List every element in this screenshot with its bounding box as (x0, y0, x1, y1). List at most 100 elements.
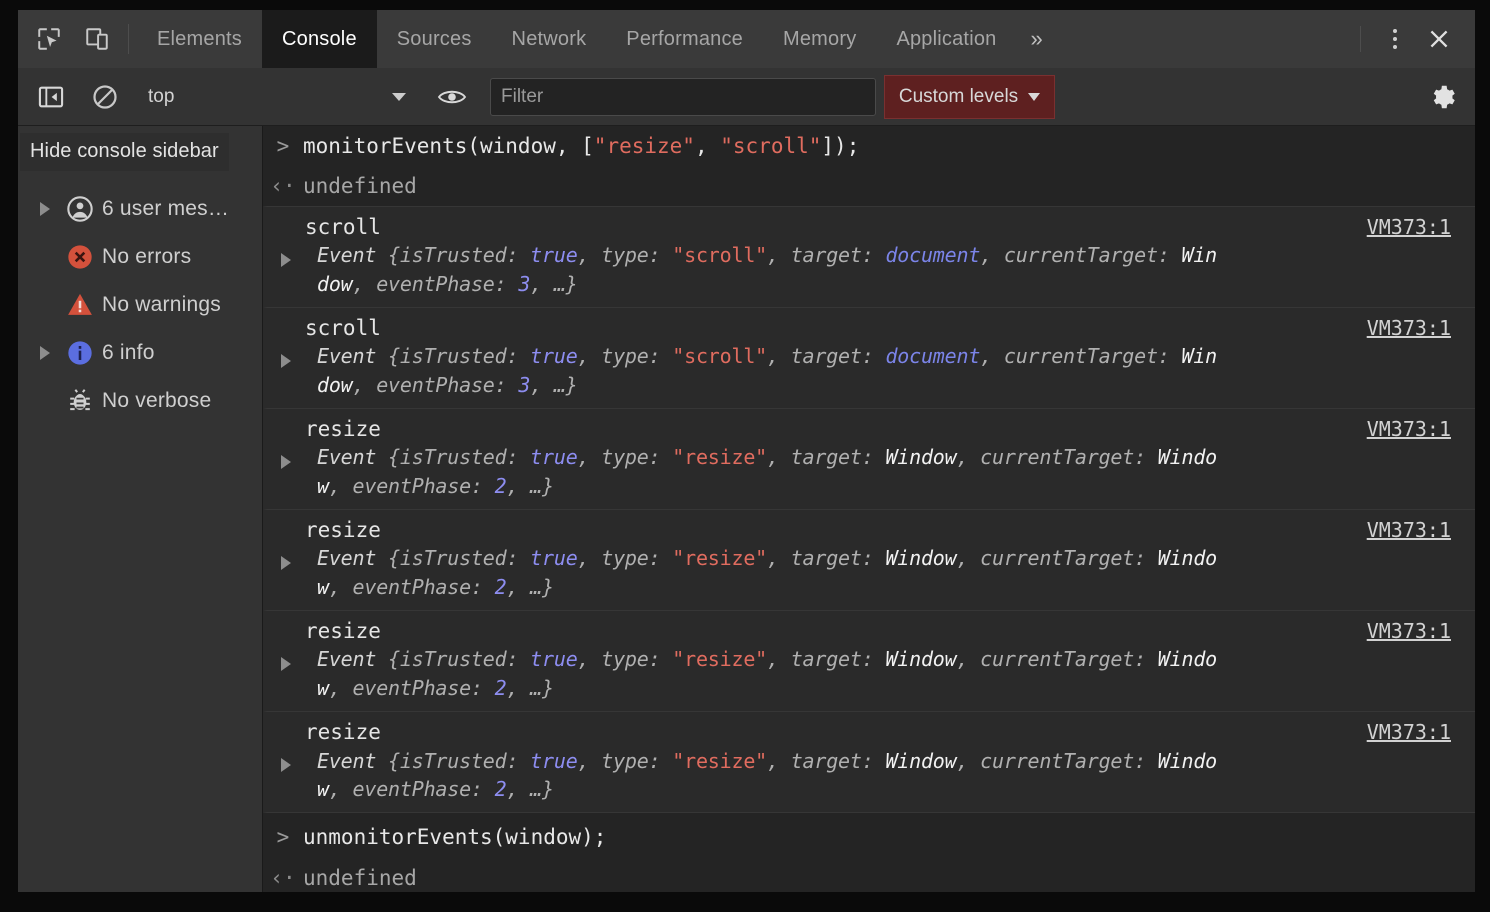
tab-console[interactable]: Console (261, 10, 377, 68)
expand-arrow-icon[interactable] (281, 556, 291, 571)
prop-value-wrap: w (317, 574, 329, 599)
console-event-entry[interactable]: VM373:1 resize Event {isTrusted: true, t… (263, 610, 1475, 713)
obj-tail: , …} (506, 574, 554, 599)
event-name: scroll (305, 214, 381, 239)
prop-value: Windo (1157, 546, 1218, 571)
devtools-tab-list: Elements Console Sources Network Perform… (137, 10, 1350, 68)
source-link[interactable]: VM373:1 (1367, 417, 1451, 441)
event-object-preview: Event {isTrusted: true, type: "scroll", … (303, 241, 1475, 298)
source-link[interactable]: VM373:1 (1367, 619, 1451, 643)
tab-application[interactable]: Application (876, 10, 1016, 68)
expand-arrow-icon[interactable] (281, 353, 291, 368)
cmd-part: ]); (821, 134, 860, 158)
sidebar-item-info[interactable]: 6 info (18, 329, 262, 377)
show-console-sidebar-icon[interactable] (30, 76, 72, 118)
more-options-icon[interactable] (1377, 21, 1413, 57)
obj-tail: , …} (506, 675, 554, 700)
expand-arrow-icon[interactable] (281, 455, 291, 470)
console-event-entry[interactable]: VM373:1 scroll Event {isTrusted: true, t… (263, 306, 1475, 410)
tab-network[interactable]: Network (492, 10, 607, 68)
event-name: resize (305, 518, 381, 543)
prop-value: 2 (494, 776, 507, 801)
live-expression-icon[interactable] (430, 77, 474, 117)
sidebar-item-label: No errors (102, 245, 192, 268)
console-event-entry[interactable]: VM373:1 resize Event {isTrusted: true, t… (263, 711, 1475, 814)
console-input-line-2[interactable]: > unmonitorEvents(window); (263, 813, 1475, 857)
device-toolbar-icon[interactable] (80, 22, 114, 56)
clear-console-icon[interactable] (84, 76, 126, 118)
event-name: scroll (305, 315, 381, 340)
obj-brace: { (388, 344, 400, 369)
sidebar-item-user-messages[interactable]: 6 user mes… (18, 185, 262, 233)
source-link[interactable]: VM373:1 (1367, 720, 1451, 744)
tab-label: Application (896, 27, 997, 50)
prop-value: true (530, 647, 578, 672)
prop-key: isTrusted: (399, 243, 531, 268)
sidebar-item-warnings[interactable]: No warnings (18, 281, 262, 329)
prop-key: , currentTarget: (956, 546, 1158, 571)
obj-brace: { (388, 647, 400, 672)
chevron-double-right-icon: » (1030, 26, 1043, 51)
console-result-value: undefined (303, 174, 417, 199)
prop-value-wrap: dow (317, 372, 353, 397)
prop-value: Window (885, 546, 957, 571)
source-link[interactable]: VM373:1 (1367, 518, 1451, 542)
prop-value-wrap: w (317, 473, 329, 498)
console-event-entry[interactable]: VM373:1 scroll Event {isTrusted: true, t… (263, 205, 1475, 308)
prop-key: isTrusted: (399, 546, 531, 571)
sidebar-item-verbose[interactable]: No verbose (18, 377, 262, 425)
log-levels-label: Custom levels (898, 85, 1019, 107)
prop-value: Window (885, 748, 957, 773)
expand-arrow-icon[interactable] (281, 758, 291, 773)
chevron-down-icon (1028, 92, 1041, 101)
chevron-right-icon[interactable] (32, 202, 58, 216)
source-link[interactable]: VM373:1 (1367, 215, 1451, 239)
prop-value: true (530, 748, 578, 773)
sidebar-item-label: No verbose (102, 389, 212, 412)
prop-value: Win (1181, 243, 1218, 268)
prop-key: , target: (767, 243, 886, 268)
tab-sources[interactable]: Sources (377, 10, 492, 68)
prop-value-wrap: w (317, 675, 329, 700)
filter-input[interactable] (490, 77, 876, 116)
prop-value: 2 (494, 473, 507, 498)
error-icon (58, 243, 102, 271)
prop-key: , target: (767, 647, 886, 672)
console-event-entry[interactable]: VM373:1 resize Event {isTrusted: true, t… (263, 509, 1475, 612)
inspect-element-icon[interactable] (32, 22, 66, 56)
close-icon[interactable] (1419, 20, 1459, 58)
prop-value: "scroll" (672, 344, 768, 369)
tab-performance[interactable]: Performance (606, 10, 763, 68)
prop-key: , eventPhase: (352, 372, 519, 397)
log-levels-dropdown[interactable]: Custom levels (883, 74, 1056, 119)
prop-key: , type: (577, 647, 673, 672)
prop-key: isTrusted: (399, 445, 531, 470)
tabbar-divider (128, 24, 129, 54)
verbose-bug-icon (58, 387, 102, 415)
expand-arrow-icon[interactable] (281, 252, 291, 267)
console-input-line[interactable]: > monitorEvents(window, ["resize", "scro… (263, 126, 1475, 166)
execution-context-selector[interactable]: top (136, 77, 416, 117)
result-glyph: ‹· (270, 174, 296, 199)
console-message-list[interactable]: > monitorEvents(window, ["resize", "scro… (263, 126, 1475, 892)
tab-elements[interactable]: Elements (137, 10, 262, 68)
gear-icon[interactable] (1419, 75, 1465, 119)
execution-context-label: top (148, 85, 175, 107)
tab-label: Memory (783, 27, 857, 50)
prop-value: true (530, 445, 578, 470)
tab-overflow-button[interactable]: » (1016, 10, 1056, 68)
prop-key: , type: (577, 344, 673, 369)
expand-arrow-icon[interactable] (281, 657, 291, 672)
chevron-right-icon[interactable] (32, 346, 58, 360)
sidebar-item-errors[interactable]: No errors (18, 233, 262, 281)
source-link[interactable]: VM373:1 (1367, 316, 1451, 340)
event-object-preview: Event {isTrusted: true, type: "scroll", … (303, 342, 1475, 399)
console-event-entry[interactable]: VM373:1 resize Event {isTrusted: true, t… (263, 408, 1475, 511)
prop-value: 3 (518, 372, 531, 397)
prop-value: 2 (494, 675, 507, 700)
prop-value: Windo (1157, 647, 1218, 672)
prop-key: , type: (577, 445, 673, 470)
console-input-command: monitorEvents(window, ["resize", "scroll… (303, 131, 859, 161)
tabbar-right-controls (1350, 10, 1475, 68)
tab-memory[interactable]: Memory (763, 10, 876, 68)
